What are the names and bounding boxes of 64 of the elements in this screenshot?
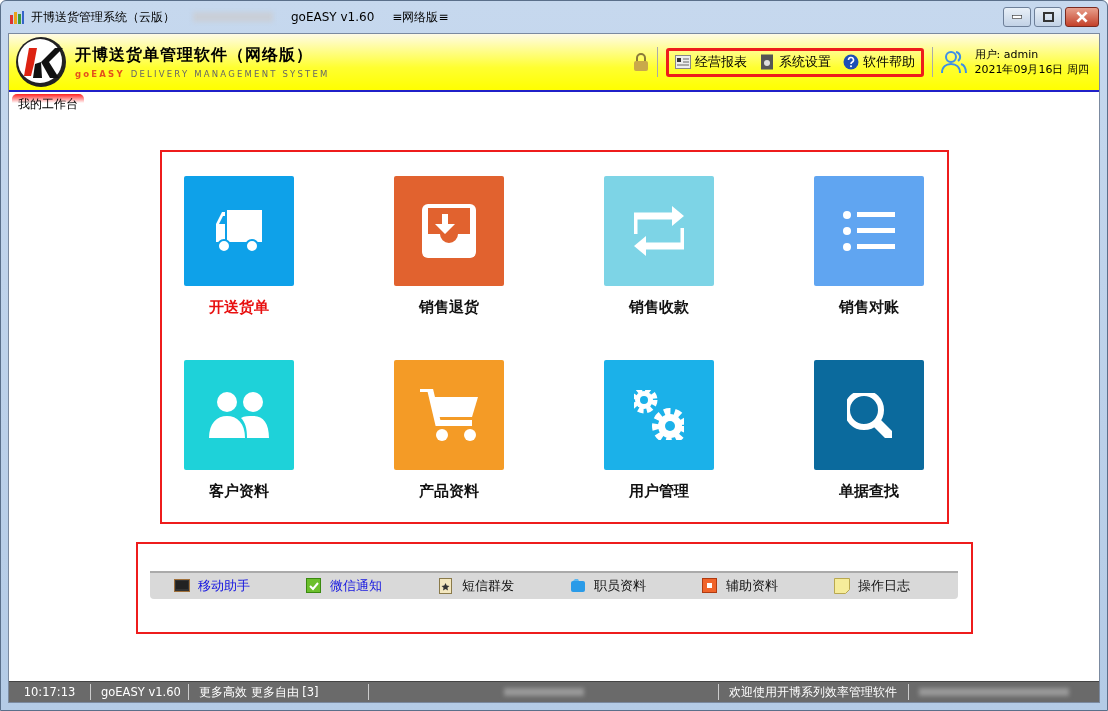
- status-version: goEASY v1.60: [91, 684, 189, 700]
- note-icon: [834, 578, 850, 594]
- cart-icon: [420, 389, 478, 441]
- users-icon: [940, 49, 967, 75]
- minimize-icon: [1012, 15, 1022, 19]
- tile-label: 开送货单: [209, 298, 269, 317]
- checkbox-icon: [306, 578, 322, 594]
- edition-label: ≡网络版≡: [392, 8, 449, 26]
- tile-label: 用户管理: [629, 482, 689, 501]
- brand-text: goEASY: [75, 69, 125, 79]
- date-label: 2021年09月16日 周四: [974, 62, 1089, 77]
- tile-label: 销售退货: [419, 298, 479, 317]
- app-icon: [9, 9, 25, 25]
- tile-label: 客户资料: [209, 482, 269, 501]
- shortcut-link[interactable]: 辅助资料: [694, 577, 826, 595]
- feature-tile[interactable]: [814, 176, 924, 286]
- square-icon: [702, 578, 718, 594]
- feature-tile[interactable]: [394, 176, 504, 286]
- product-name: 开博送货单管理软件（网络版）: [75, 45, 314, 66]
- status-welcome: 欢迎使用开博系列效率管理软件: [719, 684, 909, 700]
- inbox-icon: [422, 204, 476, 258]
- help-icon: [842, 54, 859, 70]
- repeat-icon: [634, 206, 684, 256]
- shortcut-link[interactable]: 短信群发: [430, 577, 562, 595]
- tile-label: 销售对账: [839, 298, 899, 317]
- close-button[interactable]: [1065, 7, 1099, 27]
- feature-tile[interactable]: [604, 360, 714, 470]
- list-icon: [843, 211, 895, 251]
- shortcut-link[interactable]: 移动助手: [166, 577, 298, 595]
- feature-tile[interactable]: [814, 360, 924, 470]
- shortcut-link[interactable]: 微信通知: [298, 577, 430, 595]
- status-time: 10:17:13: [9, 684, 91, 700]
- status-slogan: 更多高效 更多自由 [3]: [189, 684, 369, 700]
- feature-tile[interactable]: [604, 176, 714, 286]
- menu-button[interactable]: 系统设置: [756, 53, 833, 71]
- tile-label: 单据查找: [839, 482, 899, 501]
- users-icon: [209, 392, 269, 438]
- feature-tile[interactable]: [394, 360, 504, 470]
- shortcut-link[interactable]: 操作日志: [826, 577, 958, 595]
- tile-label: 产品资料: [419, 482, 479, 501]
- feature-tile[interactable]: [184, 360, 294, 470]
- tagline-text: DELIVERY MANAGEMENT SYSTEM: [130, 69, 330, 79]
- maximize-button[interactable]: [1034, 7, 1062, 27]
- minimize-button[interactable]: [1003, 7, 1031, 27]
- search-icon: [846, 392, 892, 438]
- maximize-icon: [1042, 12, 1054, 22]
- close-icon: [1076, 11, 1088, 23]
- menu-button[interactable]: 经营报表: [672, 53, 749, 71]
- window-title: 开博送货管理系统（云版）: [31, 8, 175, 26]
- lock-icon: [632, 53, 649, 71]
- truck-icon: [216, 210, 262, 252]
- folder-icon: [570, 578, 586, 594]
- star-document-icon: [438, 578, 454, 594]
- user-label: 用户: admin: [974, 47, 1040, 62]
- report-icon: [674, 54, 691, 70]
- app-version: goEASY v1.60: [291, 10, 375, 24]
- settings-icon: [758, 54, 775, 70]
- gears-icon: [634, 390, 684, 440]
- menu-button[interactable]: 软件帮助: [840, 53, 917, 71]
- feature-tile[interactable]: [184, 176, 294, 286]
- logo-icon: [15, 36, 67, 88]
- monitor-icon: [174, 578, 190, 594]
- shortcut-link[interactable]: 职员资料: [562, 577, 694, 595]
- tile-label: 销售收款: [629, 298, 689, 317]
